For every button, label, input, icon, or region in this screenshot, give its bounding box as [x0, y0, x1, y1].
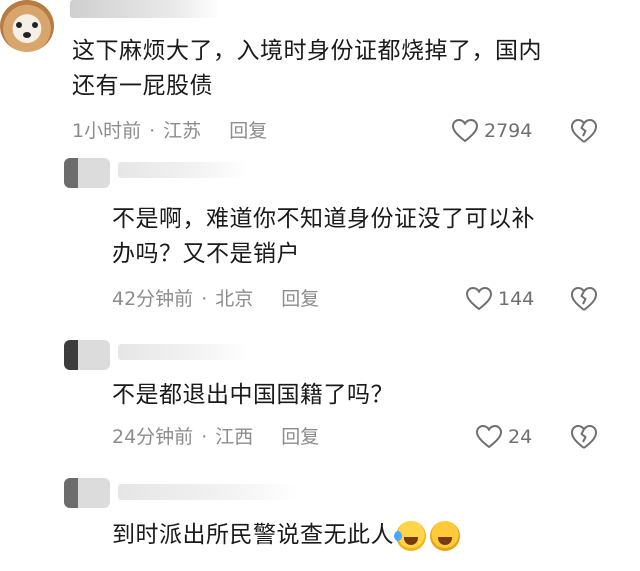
- blurred-username: [118, 162, 248, 178]
- comment-text: 不是都退出中国国籍了吗？: [112, 382, 394, 408]
- avatar[interactable]: [0, 0, 54, 52]
- heart-icon: [476, 425, 502, 449]
- separator: ·: [201, 426, 208, 448]
- comment-text: 到时派出所民警说查无此人: [112, 518, 460, 553]
- blurred-username: [118, 344, 248, 360]
- like-button[interactable]: 24: [476, 424, 532, 450]
- reply-button[interactable]: 回复: [229, 118, 267, 144]
- blurred-username: [70, 0, 220, 18]
- comment-text: 不是啊，难道你不知道身份证没了可以补 办吗？又不是销户: [112, 206, 535, 267]
- separator: ·: [149, 120, 156, 142]
- heart-icon: [466, 287, 492, 311]
- heart-icon: [452, 119, 478, 143]
- separator: ·: [201, 288, 208, 310]
- comment-location: 江西: [215, 426, 254, 448]
- laughing-tears-emoji: [394, 520, 426, 551]
- avatar[interactable]: [64, 158, 110, 188]
- comment-time: 24分钟前: [112, 426, 194, 448]
- like-button[interactable]: 2794: [452, 118, 532, 144]
- broken-heart-icon: [571, 119, 597, 143]
- like-count: 2794: [484, 120, 533, 142]
- like-count: 24: [508, 426, 533, 448]
- laughing-emoji: [430, 520, 460, 551]
- blurred-username: [118, 484, 298, 500]
- avatar[interactable]: [64, 340, 110, 370]
- dislike-button[interactable]: [570, 424, 598, 450]
- comment-location: 北京: [215, 288, 254, 310]
- comment-meta: 1小时前 · 江苏 回复: [72, 118, 267, 144]
- comment-text: 这下麻烦大了，入境时身份证都烧掉了，国内 还有一屁股债: [72, 38, 542, 99]
- comment-meta: 42分钟前 · 北京 回复: [112, 286, 319, 312]
- reply-button[interactable]: 回复: [281, 424, 319, 450]
- avatar[interactable]: [64, 478, 110, 508]
- comment-meta: 24分钟前 · 江西 回复: [112, 424, 319, 450]
- comment-time: 1小时前: [72, 120, 142, 142]
- broken-heart-icon: [571, 287, 597, 311]
- comment-time: 42分钟前: [112, 288, 194, 310]
- like-button[interactable]: 144: [466, 286, 534, 312]
- reply-button[interactable]: 回复: [281, 286, 319, 312]
- dislike-button[interactable]: [570, 118, 598, 144]
- like-count: 144: [498, 288, 535, 310]
- broken-heart-icon: [571, 425, 597, 449]
- comment-location: 江苏: [163, 120, 202, 142]
- dislike-button[interactable]: [570, 286, 598, 312]
